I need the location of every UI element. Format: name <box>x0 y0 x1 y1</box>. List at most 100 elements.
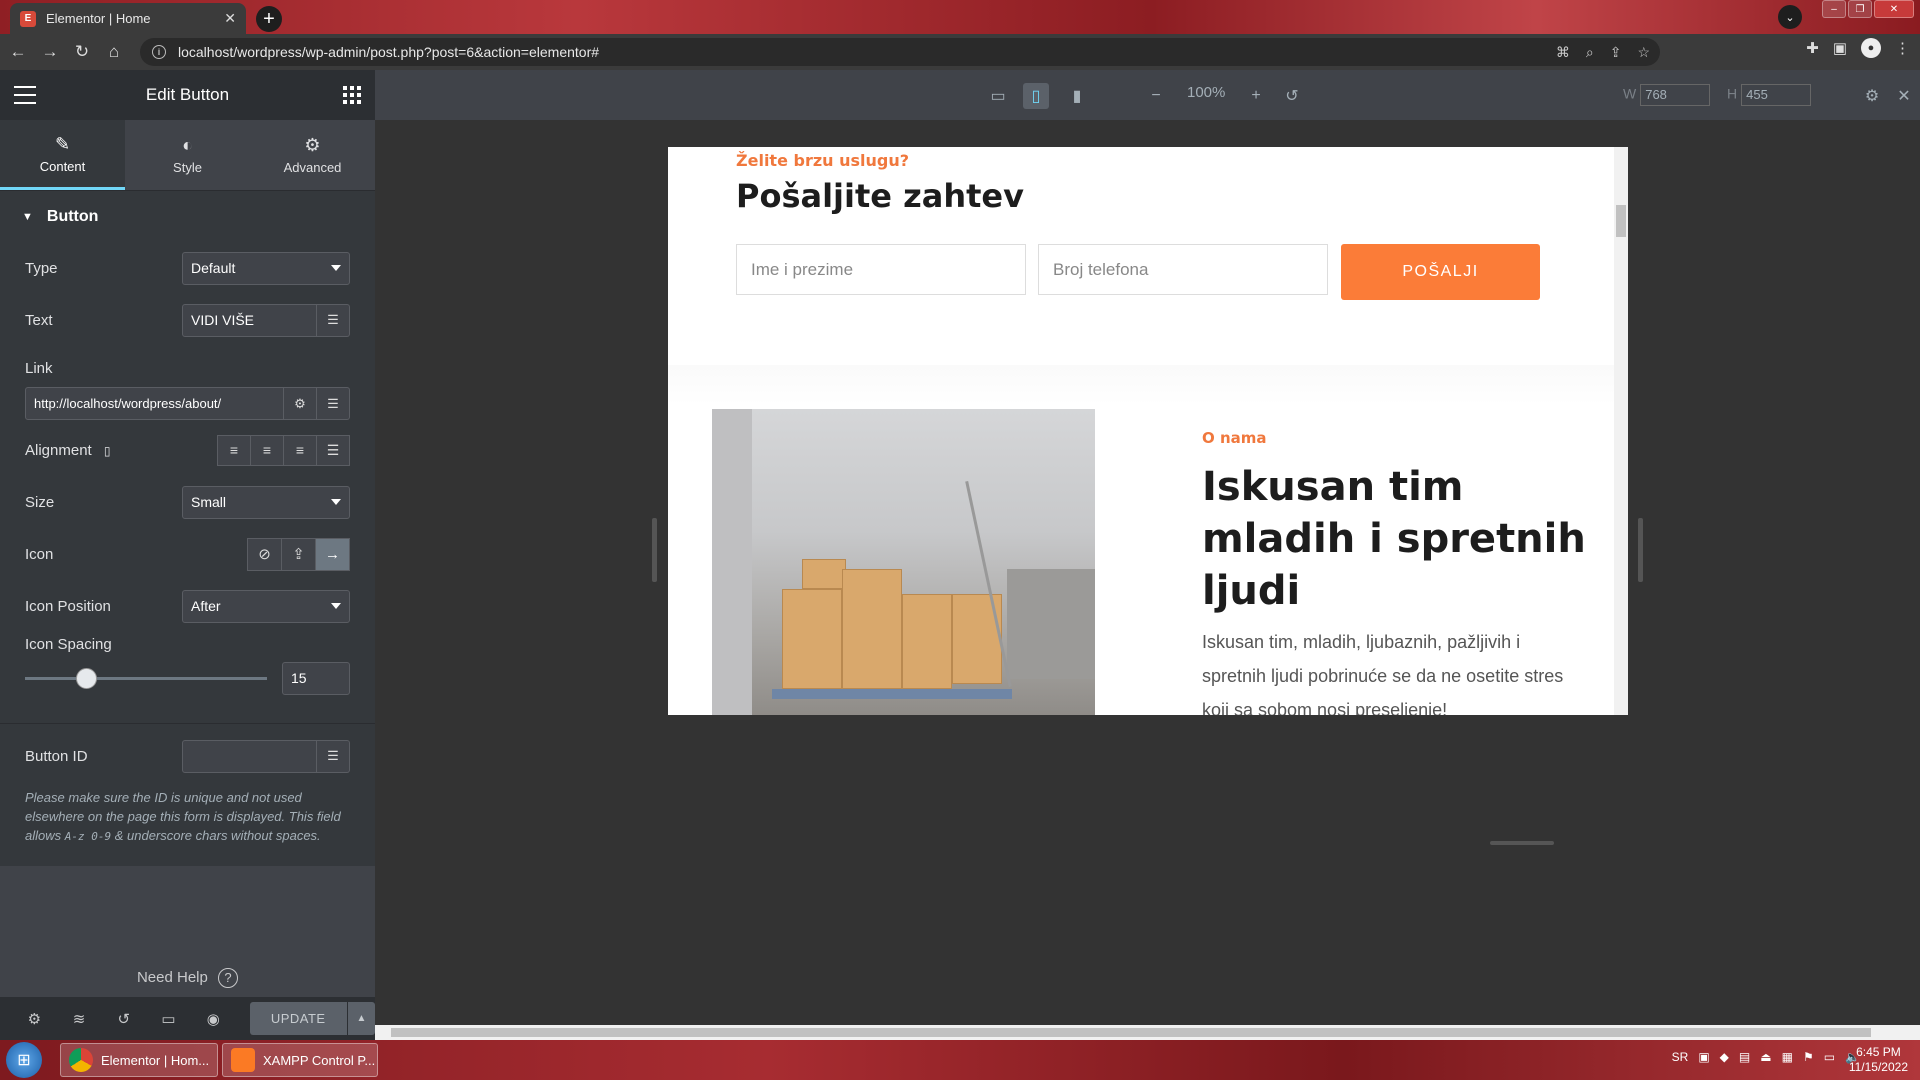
mobile-icon[interactable]: ▮ <box>1064 83 1090 109</box>
link-label: Link <box>25 360 53 377</box>
dynamic-tags-icon[interactable]: ☰ <box>317 303 350 337</box>
site-info-icon[interactable]: i <box>152 45 166 59</box>
minimize-icon[interactable]: – <box>1822 0 1846 18</box>
widgets-grid-icon[interactable] <box>343 86 361 104</box>
settings-gear-icon[interactable]: ⚙ <box>12 1010 57 1028</box>
flag-tray-icon[interactable]: ⚑ <box>1803 1050 1814 1064</box>
breakpoint-settings-gear-icon[interactable]: ⚙ <box>1859 83 1885 109</box>
tablet-icon[interactable]: ▯ <box>1023 83 1049 109</box>
profile-avatar-icon[interactable]: ● <box>1861 38 1881 58</box>
align-left-icon[interactable]: ≡ <box>217 434 251 466</box>
monitor-tray-icon[interactable]: ▭ <box>1824 1050 1835 1064</box>
maximize-icon[interactable]: ❐ <box>1848 0 1872 18</box>
update-options-caret-icon[interactable]: ▲ <box>347 1002 376 1035</box>
about-title: Iskusan tim mladih i spretnih ljudi <box>1202 464 1586 614</box>
shield-tray-icon[interactable]: ◆ <box>1720 1050 1729 1064</box>
close-responsive-icon[interactable]: ✕ <box>1891 83 1917 109</box>
address-bar[interactable]: i localhost/wordpress/wp-admin/post.php?… <box>140 38 1660 66</box>
icon-position-control: Icon Position After <box>25 580 350 632</box>
taskbar-item-chrome[interactable]: Elementor | Hom... <box>60 1043 218 1077</box>
hamburger-menu-icon[interactable] <box>14 86 36 104</box>
no-icon-icon[interactable]: ⊘ <box>247 537 282 571</box>
reset-zoom-icon[interactable]: ↺ <box>1279 83 1305 109</box>
dynamic-tags-icon[interactable]: ☰ <box>317 387 350 420</box>
resize-handle-right[interactable] <box>1638 518 1643 582</box>
dynamic-tags-icon[interactable]: ☰ <box>317 739 350 773</box>
start-button-icon[interactable]: ⊞ <box>6 1042 42 1078</box>
new-tab-button[interactable]: + <box>256 6 282 32</box>
horizontal-scrollbar[interactable] <box>375 1025 1920 1040</box>
icon-spacing-input[interactable]: 15 <box>282 661 350 695</box>
taskbar-item-xampp[interactable]: XAMPP Control P... <box>222 1043 378 1077</box>
tab-content[interactable]: ✎ Content <box>0 120 125 190</box>
bookmark-star-icon[interactable]: ☆ <box>1637 44 1650 61</box>
button-id-note: Please make sure the ID is unique and no… <box>25 790 341 843</box>
menu-dots-icon[interactable]: ⋮ <box>1895 39 1910 57</box>
responsive-mode-icon[interactable]: ▭ <box>146 1010 191 1028</box>
align-right-icon[interactable]: ≡ <box>283 434 317 466</box>
display-tray-icon[interactable]: ▦ <box>1782 1050 1793 1064</box>
section-toggle-button[interactable]: ▼ Button <box>0 190 375 242</box>
photo-box <box>902 594 952 689</box>
zoom-icon[interactable]: ⌕ <box>1586 44 1594 61</box>
zoom-in-icon[interactable]: + <box>1243 83 1269 109</box>
height-input[interactable]: 455 <box>1741 84 1812 106</box>
network-tray-icon[interactable]: ▤ <box>1739 1050 1750 1064</box>
need-help-link[interactable]: Need Help ? <box>0 968 375 988</box>
browser-tab[interactable]: E Elementor | Home ✕ <box>10 3 246 34</box>
extensions-icon[interactable]: ✚ <box>1806 39 1819 57</box>
usb-tray-icon[interactable]: ⏏ <box>1760 1050 1771 1064</box>
tab-style[interactable]: ◐ Style <box>125 120 250 190</box>
text-control: Text VIDI VIŠE ☰ <box>25 294 350 346</box>
gear-icon: ⚙ <box>304 135 321 155</box>
link-options-gear-icon[interactable]: ⚙ <box>284 387 317 420</box>
photo-box <box>782 589 842 689</box>
language-indicator[interactable]: SR <box>1672 1050 1689 1064</box>
name-input[interactable]: Ime i prezime <box>736 244 1026 295</box>
caret-down-icon: ▼ <box>22 210 33 223</box>
home-icon[interactable]: ⌂ <box>100 38 128 66</box>
arrow-right-icon[interactable]: → <box>315 537 350 571</box>
button-id-input[interactable] <box>182 739 317 773</box>
width-input[interactable]: 768 <box>1640 84 1711 106</box>
text-input[interactable]: VIDI VIŠE <box>182 303 317 337</box>
tab-advanced[interactable]: ⚙ Advanced <box>250 120 375 190</box>
forward-icon[interactable]: → <box>36 38 64 66</box>
back-icon[interactable]: ← <box>4 38 32 66</box>
resize-handle-bottom[interactable] <box>1490 841 1554 845</box>
upload-icon[interactable]: ⇪ <box>281 537 316 571</box>
icon-spacing-slider[interactable] <box>25 667 267 689</box>
submit-button[interactable]: POŠALJI <box>1341 244 1540 300</box>
scroll-thumb[interactable] <box>1616 205 1626 237</box>
need-help-text: Need Help <box>136 969 208 986</box>
navigator-layers-icon[interactable]: ≋ <box>57 1010 102 1028</box>
slider-handle[interactable] <box>75 667 97 689</box>
preview-scrollbar[interactable] <box>1614 147 1628 715</box>
clock[interactable]: 6:45 PM 11/15/2022 <box>1849 1045 1908 1075</box>
responsive-tablet-icon[interactable]: ▯ <box>104 444 111 458</box>
close-tab-icon[interactable]: ✕ <box>224 10 236 27</box>
side-panel-icon[interactable]: ▣ <box>1833 39 1847 57</box>
align-center-icon[interactable]: ≡ <box>250 434 284 466</box>
align-justify-icon[interactable]: ☰ <box>316 434 350 466</box>
zoom-out-icon[interactable]: − <box>1143 83 1169 109</box>
desktop-icon[interactable]: ▭ <box>985 83 1011 109</box>
tab-search-icon[interactable]: ⌄ <box>1778 5 1802 29</box>
preview-eye-icon[interactable]: ◉ <box>191 1010 236 1028</box>
close-window-icon[interactable]: ✕ <box>1874 0 1914 18</box>
icon-position-select[interactable]: After <box>182 589 350 623</box>
translate-icon[interactable]: ⌘ <box>1556 44 1570 61</box>
phone-input[interactable]: Broj telefona <box>1038 244 1328 295</box>
tab-label: Content <box>39 158 86 174</box>
text-label: Text <box>25 311 53 329</box>
scroll-thumb[interactable] <box>391 1028 1871 1037</box>
reload-icon[interactable]: ↻ <box>68 38 96 66</box>
type-select[interactable]: Default <box>182 251 350 285</box>
xampp-tray-icon[interactable]: ▣ <box>1698 1050 1709 1064</box>
history-icon[interactable]: ↺ <box>101 1010 146 1028</box>
share-icon[interactable]: ⇪ <box>1610 44 1622 61</box>
link-input[interactable]: http://localhost/wordpress/about/ <box>25 387 284 420</box>
resize-handle-left[interactable] <box>652 518 657 582</box>
size-select[interactable]: Small <box>182 485 350 519</box>
update-button[interactable]: UPDATE <box>249 1002 347 1035</box>
